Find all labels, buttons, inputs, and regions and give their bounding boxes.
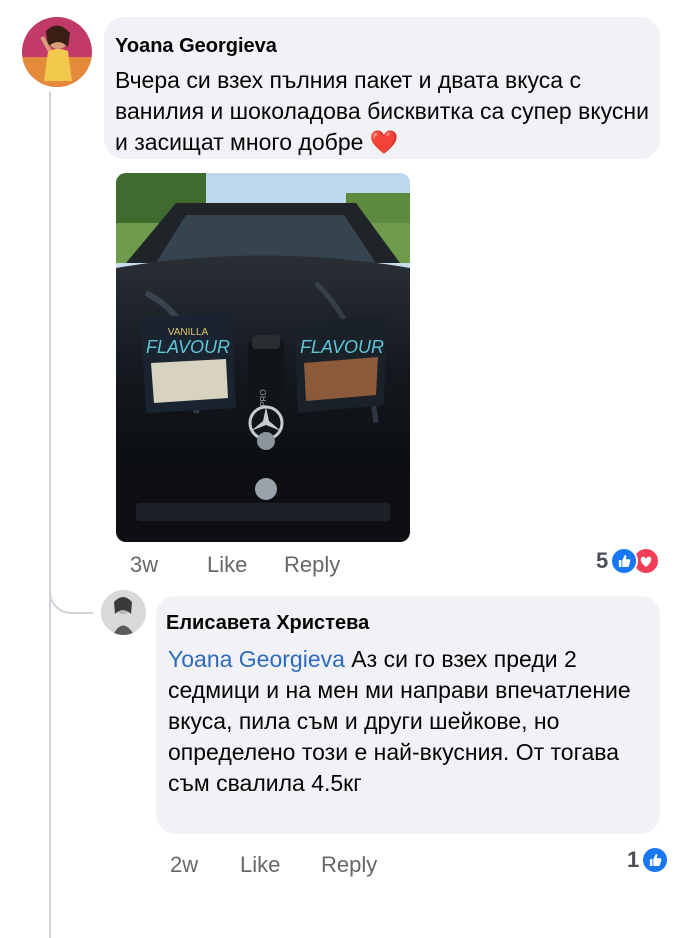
- comment-actions: 3w Like Reply: [130, 552, 380, 580]
- mention-link[interactable]: Yoana Georgieva: [168, 646, 345, 672]
- comment-bubble: Yoana Georgieva Вчера си взех пълния пак…: [104, 17, 660, 159]
- comment-text: Yoana Georgieva Аз си го взех преди 2 се…: [168, 644, 648, 799]
- avatar-photo: [22, 17, 92, 87]
- avatar[interactable]: [101, 590, 146, 635]
- comment-text: Вчера си взех пълния пакет и двата вкуса…: [115, 65, 650, 158]
- comment-timestamp[interactable]: 3w: [130, 552, 158, 578]
- thread-line: [49, 92, 51, 938]
- reaction-count: 5: [596, 548, 609, 573]
- heart-emoji: ❤️: [369, 129, 399, 155]
- reaction-summary[interactable]: 1: [627, 846, 670, 874]
- reply-button[interactable]: Reply: [284, 552, 340, 578]
- like-reaction-icon: [610, 547, 639, 575]
- like-button[interactable]: Like: [240, 852, 280, 878]
- comment-bubble: Елисавета Христева Yoana Georgieva Аз си…: [156, 596, 660, 834]
- reply-button[interactable]: Reply: [321, 852, 377, 878]
- avatar[interactable]: [22, 17, 92, 87]
- avatar-photo: [101, 590, 146, 635]
- comment-timestamp[interactable]: 2w: [170, 852, 198, 878]
- like-button[interactable]: Like: [207, 552, 247, 578]
- like-reaction-icon: [641, 846, 670, 874]
- reply-connector: [49, 560, 93, 614]
- svg-text:PRO: PRO: [259, 389, 268, 406]
- comment-photo[interactable]: VANILLA FLAVOUR FLAVOUR PRO: [116, 173, 410, 542]
- svg-text:FLAVOUR: FLAVOUR: [300, 337, 384, 357]
- reaction-summary[interactable]: 5: [596, 547, 661, 575]
- svg-text:FLAVOUR: FLAVOUR: [146, 337, 230, 357]
- reaction-count: 1: [627, 847, 640, 872]
- comment-author[interactable]: Елисавета Христева: [166, 612, 369, 635]
- car-hood-photo: VANILLA FLAVOUR FLAVOUR PRO: [116, 173, 410, 542]
- comment-actions: 2w Like Reply: [170, 852, 420, 880]
- comment-author[interactable]: Yoana Georgieva: [115, 35, 277, 58]
